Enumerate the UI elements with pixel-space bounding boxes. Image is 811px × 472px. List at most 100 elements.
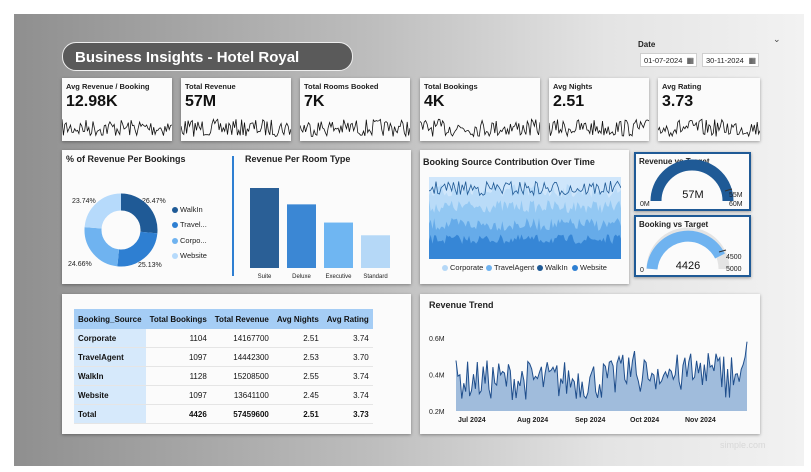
table-cell: 15208500	[210, 366, 273, 386]
x-tick-label: Jul 2024	[458, 417, 486, 424]
table-cell: 3.70	[322, 347, 373, 367]
kpi-sparkline	[549, 118, 649, 138]
kpi-value: 3.73	[662, 93, 694, 110]
table-total-row: Total 4426 57459600 2.51 3.73	[74, 404, 373, 424]
room-type-bar-chart[interactable]: Suite Deluxe Executive Standard	[242, 150, 407, 284]
donut-label: 23.74%	[72, 198, 96, 205]
gauge-target: 55M	[729, 192, 743, 199]
donut-chart[interactable]: 23.74% 26.47% 24.66% 25.13%	[62, 150, 222, 284]
y-tick-label: 0.6M	[429, 336, 445, 343]
kpi-label: Total Revenue	[185, 82, 236, 91]
table-cell: 57459600	[210, 404, 273, 424]
table-header[interactable]: Total Bookings	[145, 309, 211, 329]
donut-slice[interactable]	[120, 193, 158, 234]
legend-item[interactable]: WalkIn	[537, 263, 568, 272]
legend-item[interactable]: Corporate	[442, 263, 483, 272]
sparkline-path	[420, 118, 540, 138]
revenue-gauge[interactable]: 57M 0M 55M 60M	[636, 154, 749, 209]
table-row[interactable]: WalkIn 1128 15208500 2.55 3.74	[74, 366, 373, 386]
x-tick-label: Oct 2024	[630, 417, 659, 424]
x-tick-label: Nov 2024	[685, 417, 716, 424]
table-cell: TravelAgent	[74, 347, 146, 367]
legend-item[interactable]: Website	[172, 251, 207, 260]
table-header-row: Booking_Source Total Bookings Total Reve…	[74, 309, 373, 329]
table-header[interactable]: Total Revenue	[210, 309, 273, 329]
gauge-min: 0M	[640, 201, 650, 208]
legend-swatch	[172, 207, 178, 214]
table-cell: 1128	[145, 366, 211, 386]
revenue-trend-chart[interactable]: 0.2M 0.4M 0.6M Jul 2024 Aug 2024 Sep 2024 Oct …	[420, 294, 760, 434]
sparkline-path	[62, 119, 172, 137]
revenue-breakdown-panel: % of Revenue Per Bookings 23.74% 26.47% …	[62, 150, 411, 284]
kpi-sparkline	[181, 118, 291, 138]
table-header[interactable]: Booking_Source	[74, 309, 146, 329]
chevron-down-icon[interactable]: ⌄	[773, 34, 781, 45]
kpi-sparkline	[62, 119, 172, 137]
table-row[interactable]: Website 1097 13641100 2.45 3.74	[74, 385, 373, 405]
sparkline-path	[549, 118, 649, 138]
donut-slice[interactable]	[84, 227, 120, 267]
legend-item[interactable]: TravelAgent	[486, 263, 534, 272]
bar-label: Executive	[325, 274, 352, 280]
legend-label: Corporate	[450, 263, 484, 272]
kpi-card-avg-nights: Avg Nights 2.51	[549, 78, 649, 141]
sparkline-path	[658, 118, 760, 138]
y-tick-label: 0.4M	[429, 373, 445, 380]
kpi-value: 57M	[185, 93, 217, 110]
table-cell: 14442300	[210, 347, 273, 367]
bar[interactable]	[324, 222, 353, 268]
legend-item[interactable]: WalkIn	[172, 205, 203, 214]
legend-label: Website	[180, 251, 207, 260]
start-date-value: 01-07-2024	[644, 56, 683, 65]
bar[interactable]	[287, 204, 316, 268]
bar[interactable]	[250, 188, 279, 268]
legend-swatch	[537, 265, 543, 272]
legend-item[interactable]: Website	[572, 263, 607, 272]
kpi-label: Total Bookings	[424, 82, 478, 91]
kpi-label: Avg Rating	[662, 82, 702, 91]
end-date-value: 30-11-2024	[706, 56, 744, 65]
end-date-field[interactable]: 30-11-2024 ▦	[702, 53, 759, 67]
donut-slice[interactable]	[117, 231, 158, 267]
kpi-card-total-revenue: Total Revenue 57M	[181, 78, 291, 141]
booking-source-table: Booking_Source Total Bookings Total Reve…	[74, 309, 373, 424]
table-cell: 3.73	[322, 404, 373, 424]
table-cell: 1097	[145, 347, 211, 367]
calendar-icon[interactable]: ▦	[686, 54, 694, 68]
booking-gauge[interactable]: 4426 0 4500 5000	[636, 217, 749, 275]
gauge-min: 0	[640, 267, 644, 274]
kpi-card-rooms-booked: Total Rooms Booked 7K	[300, 78, 410, 141]
table-cell: 14167700	[210, 329, 273, 348]
divider	[232, 156, 234, 276]
kpi-sparkline	[300, 118, 410, 138]
legend-item[interactable]: Corpo...	[172, 236, 207, 245]
donut-slice[interactable]	[84, 193, 122, 230]
table-header[interactable]: Avg Rating	[322, 309, 373, 329]
calendar-icon[interactable]: ▦	[748, 54, 756, 68]
table-cell: WalkIn	[74, 366, 146, 386]
gauge-target: 4500	[726, 254, 742, 261]
revenue-trend-panel: Revenue Trend 0.2M 0.4M 0.6M Jul 2024 Aug 20…	[420, 294, 760, 434]
start-date-field[interactable]: 01-07-2024 ▦	[640, 53, 697, 67]
table-cell: Total	[74, 404, 146, 424]
table-cell: 2.51	[272, 329, 323, 348]
bar[interactable]	[361, 235, 390, 268]
table-cell: 2.45	[272, 385, 323, 405]
table-row[interactable]: TravelAgent 1097 14442300 2.53 3.70	[74, 347, 373, 367]
booking-source-area-chart[interactable]	[429, 177, 621, 259]
x-tick-label: Sep 2024	[575, 417, 605, 424]
y-tick-label: 0.2M	[429, 409, 445, 416]
donut-label: 25.13%	[138, 262, 162, 269]
bar-label: Standard	[363, 274, 387, 280]
table-row[interactable]: Corporate 1104 14167700 2.51 3.74	[74, 329, 373, 348]
legend-label: WalkIn	[545, 263, 568, 272]
legend-swatch	[172, 238, 178, 245]
kpi-label: Avg Revenue / Booking	[66, 82, 150, 91]
date-filter-label: Date	[638, 40, 656, 49]
legend-label: TravelAgent	[494, 263, 535, 272]
table-cell: 2.55	[272, 366, 323, 386]
table-cell: 3.74	[322, 329, 373, 348]
legend-item[interactable]: Travel...	[172, 220, 207, 229]
table-header[interactable]: Avg Nights	[272, 309, 323, 329]
legend-swatch	[172, 253, 178, 260]
